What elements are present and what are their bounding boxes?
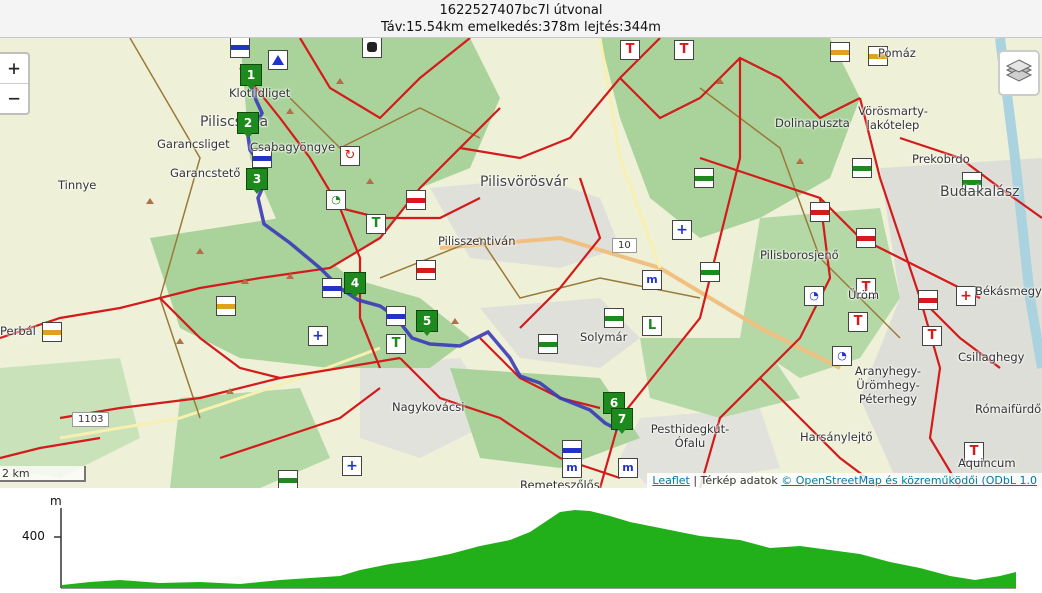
- trail-symbol-icon: [562, 440, 582, 460]
- trail-symbol-icon: [918, 290, 938, 310]
- place-label: Klotildliget: [229, 86, 291, 100]
- place-label: Budakalász: [940, 184, 1020, 200]
- place-label: Garancsliget: [157, 137, 230, 151]
- place-label: Remeteszőlős: [520, 478, 600, 488]
- place-label: Csabagyöngye: [250, 140, 336, 154]
- zoom-control: + −: [0, 52, 30, 115]
- place-label: Dolinapuszta: [775, 116, 850, 130]
- trail-symbol-icon: [810, 202, 830, 222]
- trail-symbol-icon: [538, 334, 558, 354]
- trail-symbol-icon: m: [642, 270, 662, 290]
- layers-button[interactable]: [998, 50, 1040, 96]
- route-marker[interactable]: 5: [416, 310, 438, 336]
- route-stats: Táv:15.54km emelkedés:378m lejtés:344m: [381, 20, 661, 35]
- trail-symbol-icon: [362, 38, 382, 58]
- trail-symbol-icon: [416, 260, 436, 280]
- place-label: Pilisborosjenő: [760, 248, 839, 262]
- trail-symbol-icon: T: [674, 40, 694, 60]
- trail-symbol-icon: T: [848, 312, 868, 332]
- place-label: Solymár: [580, 330, 628, 344]
- map-header: 1622527407bc7l útvonal Táv:15.54km emelk…: [0, 0, 1042, 38]
- trail-symbol-icon: [216, 296, 236, 316]
- trail-symbol-icon: [278, 470, 298, 488]
- map-view[interactable]: T T ↻ ◔ T + m T + + L T T T m m + T ◔ ◔ …: [0, 38, 1042, 488]
- place-label: Rómaifürdő: [975, 402, 1042, 416]
- trail-symbol-icon: ◔: [804, 286, 824, 306]
- trail-symbol-icon: [406, 190, 426, 210]
- map-attribution: Leaflet | Térkép adatok © OpenStreetMap …: [647, 473, 1042, 488]
- trail-symbol-icon: [856, 228, 876, 248]
- trail-symbol-icon: [322, 278, 342, 298]
- trail-symbol-icon: L: [642, 316, 662, 336]
- place-label: Pilisszentiván: [438, 234, 516, 248]
- place-label: Perbál: [0, 324, 36, 338]
- zoom-out-button[interactable]: −: [0, 83, 28, 113]
- place-label: Pomáz: [878, 46, 916, 60]
- trail-symbol-icon: [852, 158, 872, 178]
- place-label: Üröm: [848, 288, 880, 302]
- place-label: Prekobrdo: [912, 152, 970, 166]
- trail-symbol-icon: +: [672, 220, 692, 240]
- trail-symbol-icon: [604, 308, 624, 328]
- trail-symbol-icon: [700, 262, 720, 282]
- trail-symbol-icon: [694, 168, 714, 188]
- attribution-text: | Térkép adatok: [689, 474, 782, 487]
- trail-symbol-icon: [830, 42, 850, 62]
- trail-symbol-icon: [42, 322, 62, 342]
- trail-symbol-icon: ◔: [832, 346, 852, 366]
- trail-symbol-icon: [230, 38, 250, 58]
- place-label: Aranyhegy-Ürömhegy-Péterhegy: [854, 364, 922, 406]
- trail-symbol-icon: m: [562, 458, 582, 478]
- trail-symbol-icon: +: [956, 286, 976, 306]
- elevation-profile: m 400: [0, 488, 1042, 593]
- trail-symbol-icon: m: [618, 458, 638, 478]
- profile-chart: [54, 508, 1016, 589]
- profile-area: [62, 510, 1016, 588]
- place-label: Tinnye: [58, 178, 97, 192]
- place-label: Harsánylejtő: [800, 430, 873, 444]
- place-label: Békásmegyer: [975, 284, 1042, 298]
- trail-symbol-icon: +: [342, 456, 362, 476]
- trail-symbol-icon: T: [386, 334, 406, 354]
- scale-bar: 2 km: [0, 466, 86, 482]
- trail-symbol-icon: [268, 50, 288, 70]
- place-label: Pilisvörösvár: [480, 174, 568, 190]
- trail-symbol-icon: ◔: [326, 190, 346, 210]
- road-number: 10: [612, 238, 637, 253]
- layers-icon: [1005, 59, 1033, 82]
- route-marker[interactable]: 3: [246, 168, 268, 194]
- route-marker[interactable]: 7: [611, 408, 633, 434]
- place-label: Aquincum: [958, 456, 1016, 470]
- leaflet-link[interactable]: Leaflet: [652, 474, 689, 487]
- route-marker[interactable]: 4: [344, 272, 366, 298]
- route-marker[interactable]: 2: [237, 112, 259, 138]
- place-label: Csillaghegy: [958, 350, 1025, 364]
- trail-symbol-icon: T: [620, 40, 640, 60]
- trail-symbol-icon: ↻: [340, 146, 360, 166]
- osm-link[interactable]: © OpenStreetMap és közreműködői (ODbL 1.…: [781, 474, 1037, 487]
- trail-symbol-icon: T: [922, 326, 942, 346]
- route-title: 1622527407bc7l útvonal: [439, 3, 603, 18]
- trail-symbol-icon: +: [308, 326, 328, 346]
- zoom-in-button[interactable]: +: [0, 54, 28, 83]
- place-label: Nagykovácsi: [392, 400, 465, 414]
- road-number: 1103: [72, 412, 110, 427]
- place-label: Garancstető: [170, 166, 241, 180]
- place-label: Vörösmarty-lakótelep: [858, 104, 928, 132]
- trail-symbol-icon: T: [366, 214, 386, 234]
- trail-symbol-icon: [386, 306, 406, 326]
- place-label: Pesthidegkút-Ófalu: [650, 422, 730, 450]
- route-marker[interactable]: 1: [240, 64, 262, 90]
